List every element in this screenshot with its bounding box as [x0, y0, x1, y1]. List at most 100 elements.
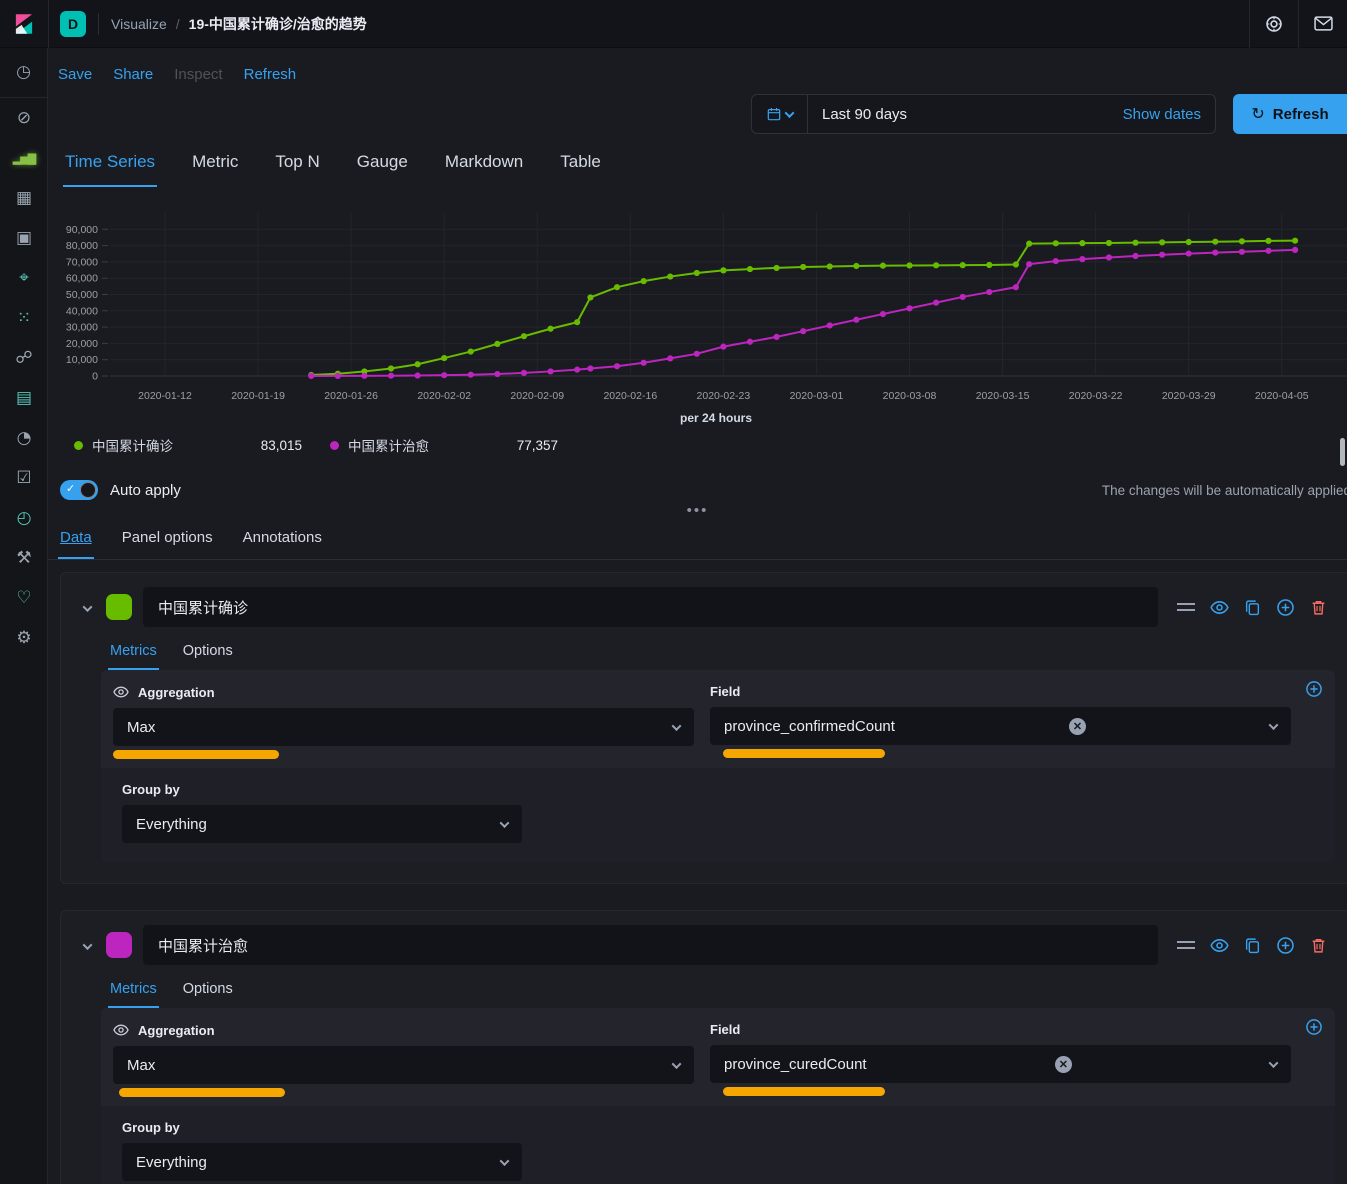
breadcrumb-app[interactable]: Visualize — [111, 16, 167, 32]
group-by-select[interactable]: Everything — [122, 1143, 522, 1181]
aggregation-select[interactable]: Max — [113, 708, 694, 746]
auto-apply-row: ✓ Auto apply The changes will be automat… — [48, 480, 1347, 500]
drag-handle-icon[interactable] — [1177, 603, 1195, 611]
time-range-value[interactable]: Last 90 days — [808, 106, 1123, 123]
sidebar-item-canvas[interactable]: ▣ — [0, 218, 48, 258]
sidebar-item-dashboard[interactable]: ▦ — [0, 178, 48, 218]
group-by-select[interactable]: Everything — [122, 805, 522, 843]
logs-icon: ▤ — [16, 390, 32, 407]
toggle-series-visibility-button[interactable] — [1210, 936, 1229, 955]
delete-series-button[interactable] — [1310, 937, 1327, 954]
sidebar-item-management[interactable]: ⚙ — [0, 618, 48, 658]
refresh-query-button[interactable]: ↻ Refresh — [1233, 94, 1347, 134]
collapse-series-button[interactable] — [79, 938, 95, 953]
machine-learning-icon: ⁙ — [17, 310, 31, 327]
series-label-input[interactable]: 中国累计确诊 — [143, 587, 1158, 627]
sidebar-item-metrics[interactable]: ◴ — [0, 498, 48, 538]
resize-handle[interactable]: ••• — [48, 507, 1347, 519]
help-button[interactable] — [1249, 0, 1298, 48]
aggregation-select[interactable]: Max — [113, 1046, 694, 1084]
tab-top-n[interactable]: Top N — [273, 142, 321, 187]
plus-circle-icon — [1276, 598, 1295, 617]
tab-annotations[interactable]: Annotations — [241, 521, 324, 559]
tab-markdown[interactable]: Markdown — [443, 142, 525, 187]
sidebar-item-maps[interactable]: ⌖ — [0, 258, 48, 298]
dev-tools-icon: ⚒ — [16, 550, 31, 567]
tab-metrics[interactable]: Metrics — [108, 975, 159, 1008]
auto-apply-toggle[interactable]: ✓ — [60, 480, 98, 500]
clone-series-button[interactable] — [1244, 937, 1261, 954]
show-dates-button[interactable]: Show dates — [1123, 106, 1215, 123]
tab-metrics[interactable]: Metrics — [108, 637, 159, 670]
series-label-input[interactable]: 中国累计治愈 — [143, 925, 1158, 965]
sidebar-item-graph[interactable]: ☍ — [0, 338, 48, 378]
svg-text:40,000: 40,000 — [66, 305, 98, 317]
tab-panel-options[interactable]: Panel options — [120, 521, 215, 559]
legend-item-confirmed[interactable]: 中国累计确诊 83,015 — [74, 435, 302, 455]
tab-metric[interactable]: Metric — [190, 142, 240, 187]
time-picker-row: Last 90 days Show dates ↻ Refresh — [48, 94, 1347, 134]
sidebar-item-stack-monitoring[interactable]: ♡ — [0, 578, 48, 618]
clear-field-button[interactable]: ✕ — [1055, 1056, 1072, 1073]
add-metric-button[interactable] — [1305, 680, 1323, 698]
tab-data[interactable]: Data — [58, 521, 94, 559]
sidebar-item-machine-learning[interactable]: ⁙ — [0, 298, 48, 338]
breadcrumb-separator: / — [176, 16, 180, 32]
metrics-panel: Aggregation Max Field province_confirmed… — [101, 670, 1335, 768]
series-color-swatch[interactable] — [106, 594, 132, 620]
newsfeed-button[interactable] — [1298, 0, 1347, 48]
tab-gauge[interactable]: Gauge — [355, 142, 410, 187]
clone-series-button[interactable] — [1244, 599, 1261, 616]
save-button[interactable]: Save — [58, 66, 92, 83]
trash-icon — [1310, 599, 1327, 616]
refresh-link[interactable]: Refresh — [244, 66, 297, 83]
kibana-logo[interactable] — [0, 0, 49, 48]
chart-canvas[interactable]: 010,00020,00030,00040,00050,00060,00070,… — [48, 193, 1347, 433]
delete-series-button[interactable] — [1310, 599, 1327, 616]
date-picker-menu-button[interactable] — [752, 95, 808, 133]
chevron-down-icon — [500, 818, 510, 828]
add-metric-button[interactable] — [1305, 1018, 1323, 1036]
add-series-button[interactable] — [1276, 936, 1295, 955]
group-by-label: Group by — [122, 1120, 1319, 1135]
metrics-panel: Aggregation Max Field province_curedCoun… — [101, 1008, 1335, 1106]
field-value: province_curedCount — [724, 1056, 867, 1073]
scrollbar-thumb[interactable] — [1340, 438, 1345, 466]
sidebar-item-recent[interactable]: ◷ — [0, 48, 47, 98]
field-combo-box[interactable]: province_curedCount ✕ — [710, 1045, 1291, 1083]
sidebar-item-uptime[interactable]: ☑ — [0, 458, 48, 498]
tab-options[interactable]: Options — [181, 975, 235, 1008]
share-button[interactable]: Share — [113, 66, 153, 83]
graph-icon: ☍ — [15, 350, 32, 367]
add-series-button[interactable] — [1276, 598, 1295, 617]
series-color-swatch[interactable] — [106, 932, 132, 958]
sidebar-item-visualize[interactable]: ▂▅▇ — [0, 138, 48, 178]
svg-text:50,000: 50,000 — [66, 289, 98, 301]
field-label: Field — [710, 1022, 1291, 1037]
sidebar-item-dev-tools[interactable]: ⚒ — [0, 538, 48, 578]
aggregation-column: Aggregation Max — [113, 1022, 694, 1084]
legend-item-cured[interactable]: 中国累计治愈 77,357 — [330, 435, 558, 455]
space-badge[interactable]: D — [60, 11, 86, 37]
svg-text:per 24 hours: per 24 hours — [680, 411, 752, 425]
tab-time-series[interactable]: Time Series — [63, 142, 157, 187]
sidebar-item-logs[interactable]: ▤ — [0, 378, 48, 418]
sidebar-item-discover[interactable]: ⊘ — [0, 98, 48, 138]
tab-options[interactable]: Options — [181, 637, 235, 670]
collapse-series-button[interactable] — [79, 600, 95, 615]
uptime-icon: ☑ — [16, 470, 31, 487]
legend-dot-cured — [330, 441, 339, 450]
toggle-series-visibility-button[interactable] — [1210, 598, 1229, 617]
inspect-button: Inspect — [174, 66, 222, 83]
sidebar-item-apm[interactable]: ◔ — [0, 418, 48, 458]
editor-tabs: Data Panel options Annotations — [48, 521, 1347, 560]
calendar-icon — [767, 107, 781, 121]
svg-text:2020-04-05: 2020-04-05 — [1255, 390, 1309, 402]
clear-field-button[interactable]: ✕ — [1069, 718, 1086, 735]
drag-handle-icon[interactable] — [1177, 941, 1195, 949]
tab-table[interactable]: Table — [558, 142, 603, 187]
field-column: Field province_curedCount ✕ — [710, 1022, 1291, 1084]
eye-icon — [1210, 936, 1229, 955]
field-combo-box[interactable]: province_confirmedCount ✕ — [710, 707, 1291, 745]
check-icon: ✓ — [66, 482, 75, 495]
